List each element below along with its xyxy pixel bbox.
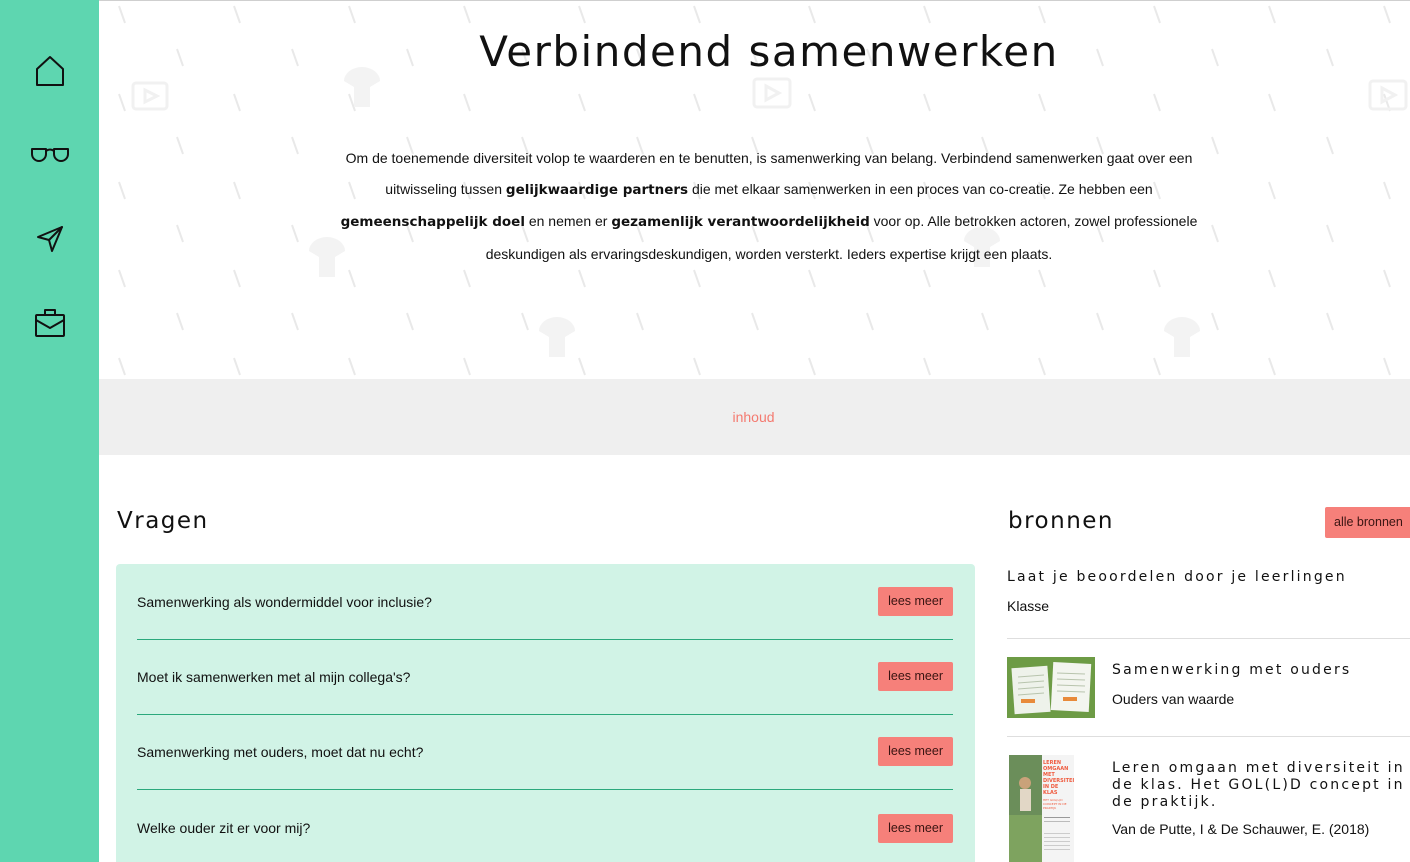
nav-briefcase[interactable] <box>29 302 71 344</box>
thumbnail-image <box>1007 657 1095 718</box>
vragen-title: Vragen <box>117 508 209 534</box>
question-row: Samenwerking als wondermiddel voor inclu… <box>137 564 953 640</box>
inhoud-link[interactable]: inhoud <box>732 409 776 425</box>
question-text: Samenwerking met ouders, moet dat nu ech… <box>137 743 424 760</box>
intro-emphasis: gemeenschappelijk doel <box>340 214 525 231</box>
source-title: Leren omgaan met diversiteit in de klas.… <box>1112 760 1405 810</box>
page-title: Verbindend samenwerken <box>479 27 1059 76</box>
question-row: Samenwerking met ouders, moet dat nu ech… <box>137 714 953 790</box>
divider <box>1007 638 1410 639</box>
source-item[interactable]: Laat je beoordelen door je leerlingen Kl… <box>1007 569 1410 614</box>
lees-meer-button[interactable]: lees meer <box>878 587 953 616</box>
nav-glasses[interactable] <box>29 134 71 176</box>
nav-send[interactable] <box>29 218 71 260</box>
lees-meer-button[interactable]: lees meer <box>878 662 953 691</box>
divider <box>1007 736 1410 737</box>
intro-text: Om de toenemende diversiteit volop te wa… <box>334 143 1204 270</box>
alle-bronnen-button[interactable]: alle bronnen <box>1325 507 1410 538</box>
source-subtitle: Klasse <box>1007 598 1050 614</box>
vragen-list: Samenwerking als wondermiddel voor inclu… <box>116 564 975 862</box>
bronnen-title: bronnen <box>1008 508 1115 534</box>
book-cover-title: LEREN OMGAAN MET DIVERSITEIT IN DE KLAS … <box>1043 760 1074 810</box>
intro-text-part: en nemen er <box>524 213 612 230</box>
book-cover-thumbnail[interactable]: LEREN OMGAAN MET DIVERSITEIT IN DE KLAS … <box>1009 755 1074 862</box>
glasses-icon <box>31 148 69 162</box>
book-cover-line: MET DIVERSITEIT <box>1043 772 1074 784</box>
sidebar <box>0 0 99 862</box>
hero: Verbindend samenwerken Om de toenemende … <box>99 0 1410 379</box>
source-item[interactable]: Leren omgaan met diversiteit in de klas.… <box>1112 760 1410 837</box>
intro-emphasis: gelijkwaardige partners <box>505 182 689 199</box>
intro-emphasis: gezamenlijk verantwoordelijkheid <box>611 214 870 231</box>
source-thumbnail[interactable] <box>1007 657 1095 718</box>
question-row: Moet ik samenwerken met al mijn collega'… <box>137 639 953 715</box>
question-text: Welke ouder zit er voor mij? <box>137 820 311 836</box>
source-subtitle: Ouders van waarde <box>1112 691 1235 707</box>
nav-home[interactable] <box>29 50 71 92</box>
intro-text-part: die met elkaar samenwerken in een proces… <box>688 181 1153 198</box>
book-cover-subtitle: HET GOL(L)D CONCEPT IN DE PRAKTIJK <box>1043 798 1067 810</box>
source-title: Samenwerking met ouders <box>1112 662 1352 678</box>
send-icon <box>37 226 63 252</box>
question-text: Moet ik samenwerken met al mijn collega'… <box>137 668 411 685</box>
source-subtitle: Van de Putte, I & De Schauwer, E. (2018) <box>1112 821 1370 837</box>
question-row: Welke ouder zit er voor mij? lees meer <box>137 790 953 862</box>
source-title: Laat je beoordelen door je leerlingen <box>1007 569 1347 585</box>
question-text: Samenwerking als wondermiddel voor inclu… <box>137 593 432 610</box>
book-cover-line: IN DE KLAS <box>1043 784 1059 796</box>
inhoud-band: inhoud <box>99 379 1410 455</box>
briefcase-icon <box>35 309 65 337</box>
home-icon <box>36 56 64 86</box>
source-item[interactable]: Samenwerking met ouders Ouders van waard… <box>1112 662 1410 707</box>
lees-meer-button[interactable]: lees meer <box>878 813 953 843</box>
lees-meer-button[interactable]: lees meer <box>878 737 953 766</box>
